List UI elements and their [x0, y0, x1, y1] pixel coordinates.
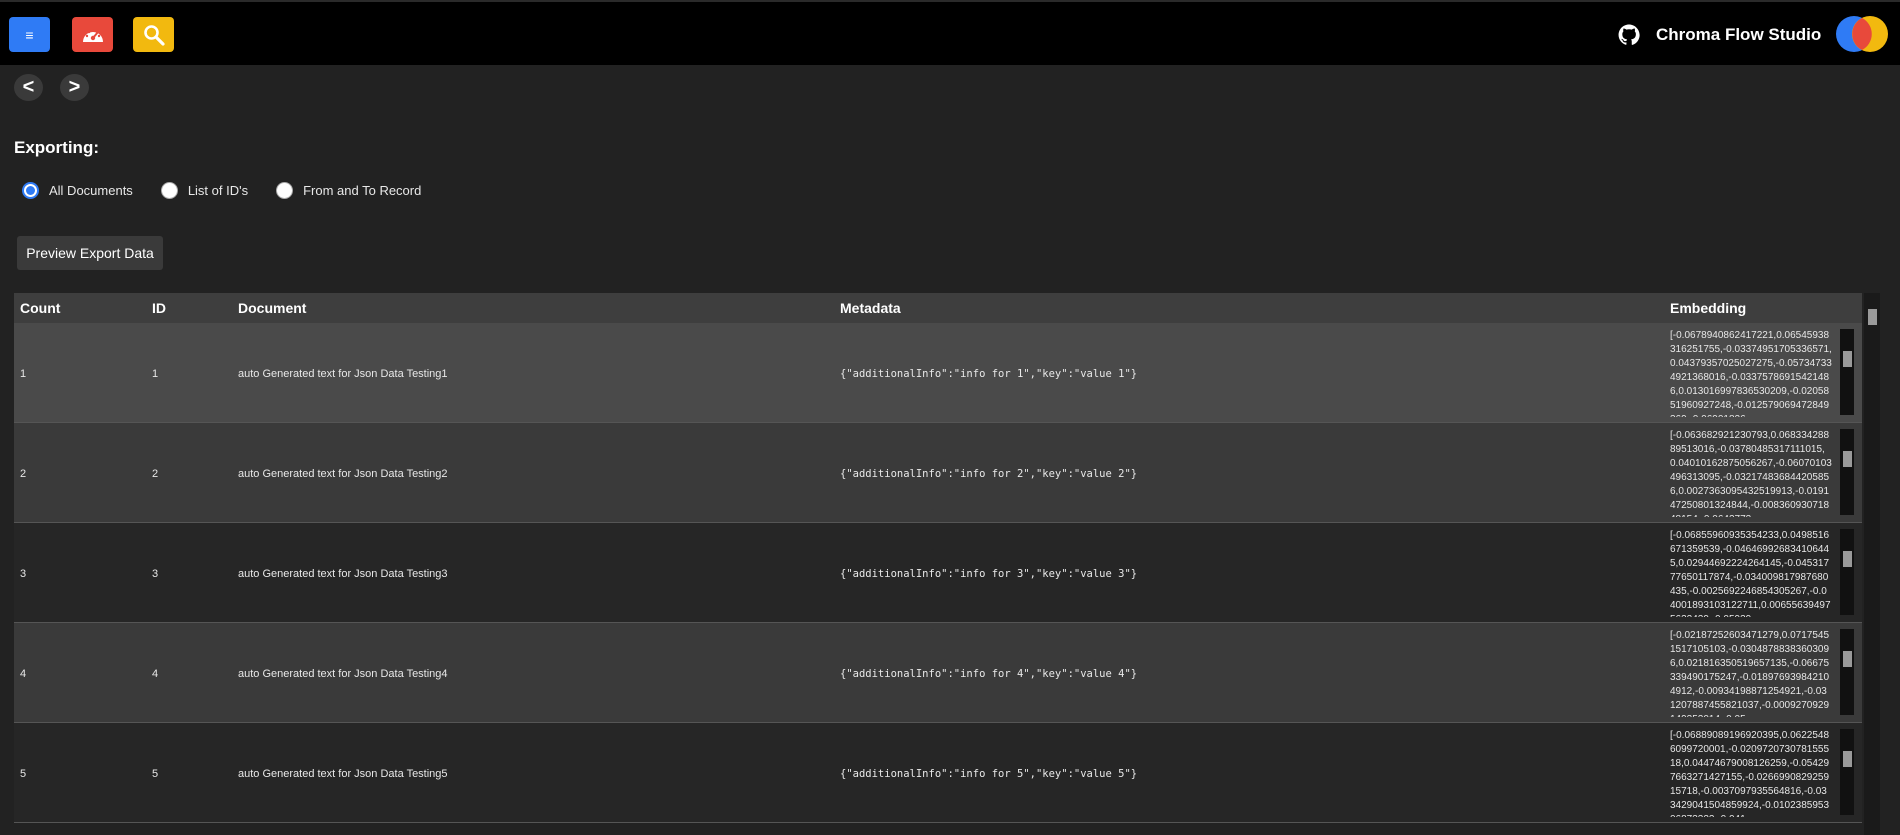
cell-count: 4	[20, 668, 27, 680]
column-header-embedding: Embedding	[1670, 300, 1747, 316]
cell-metadata: {"additionalInfo":"info for 4","key":"va…	[840, 668, 1138, 680]
export-preview-table: Count ID Document Metadata Embedding 1 1…	[14, 293, 1862, 833]
embedding-scrollbar[interactable]	[1840, 329, 1854, 415]
cell-metadata: {"additionalInfo":"info for 5","key":"va…	[840, 768, 1138, 780]
cell-embedding: [-0.06855960935354233,0.0498516671359539…	[1670, 530, 1831, 617]
cell-document: auto Generated text for Json Data Testin…	[238, 668, 448, 680]
scrollbar-thumb[interactable]	[1868, 309, 1877, 325]
cell-document: auto Generated text for Json Data Testin…	[238, 468, 448, 480]
embedding-scrollbar[interactable]	[1840, 729, 1854, 815]
app-title: Chroma Flow Studio	[1656, 25, 1822, 44]
cell-metadata: {"additionalInfo":"info for 1","key":"va…	[840, 368, 1138, 380]
logo	[1836, 16, 1888, 52]
exporting-label: Exporting:	[14, 138, 99, 157]
column-header-metadata: Metadata	[840, 300, 901, 316]
cell-count: 5	[20, 768, 27, 780]
cell-document: auto Generated text for Json Data Testin…	[238, 568, 448, 580]
table-row: 1 1 auto Generated text for Json Data Te…	[14, 323, 1862, 423]
back-button[interactable]: <	[14, 74, 43, 101]
preview-export-data-button[interactable]: Preview Export Data	[17, 236, 163, 270]
cell-document: auto Generated text for Json Data Testin…	[238, 768, 448, 780]
table-scrollbar[interactable]	[1864, 293, 1880, 835]
cell-embedding: [-0.0678940862417221,0.06545938316251755…	[1670, 330, 1832, 417]
scrollbar-thumb[interactable]	[1843, 351, 1852, 367]
cell-embedding: [-0.02187252603471279,0.0717545151710510…	[1670, 630, 1830, 717]
column-header-id: ID	[152, 300, 166, 316]
column-header-count: Count	[20, 300, 61, 316]
menu-icon: ≡	[25, 26, 34, 43]
row-divider	[14, 822, 1862, 823]
radio-list-of-ids[interactable]: List of ID's	[160, 182, 249, 199]
cell-embedding: [-0.063682921230793,0.06833428889513016,…	[1670, 430, 1832, 517]
embedding-scrollbar[interactable]	[1840, 429, 1854, 515]
scrollbar-thumb[interactable]	[1843, 551, 1852, 567]
radio-label: All Documents	[49, 183, 133, 198]
cell-id: 5	[152, 768, 159, 780]
export-mode-radio-group: All Documents List of ID's From and To R…	[22, 182, 449, 199]
cell-count: 3	[20, 568, 27, 580]
table-header: Count ID Document Metadata Embedding	[14, 293, 1862, 323]
embedding-scrollbar[interactable]	[1840, 529, 1854, 615]
search-button[interactable]	[133, 17, 174, 52]
radio-button[interactable]	[160, 182, 178, 199]
column-header-document: Document	[238, 300, 307, 316]
radio-label: List of ID's	[187, 183, 249, 198]
top-bar: ≡ Chroma Flow Studio	[0, 0, 1900, 65]
scrollbar-thumb[interactable]	[1843, 451, 1852, 467]
cell-id: 2	[152, 468, 159, 480]
dashboard-icon	[82, 28, 103, 42]
radio-button[interactable]	[22, 182, 39, 199]
cell-id: 4	[152, 668, 159, 680]
cell-id: 3	[152, 568, 159, 580]
table-row: 4 4 auto Generated text for Json Data Te…	[14, 623, 1862, 723]
table-row: 5 5 auto Generated text for Json Data Te…	[14, 723, 1862, 823]
menu-button[interactable]: ≡	[9, 17, 50, 52]
forward-button[interactable]: >	[60, 74, 89, 101]
table-row: 3 3 auto Generated text for Json Data Te…	[14, 523, 1862, 623]
dashboard-button[interactable]	[72, 17, 113, 52]
cell-id: 1	[152, 368, 159, 380]
cell-document: auto Generated text for Json Data Testin…	[238, 368, 448, 380]
cell-count: 2	[20, 468, 27, 480]
radio-label: From and To Record	[303, 183, 422, 198]
cell-embedding: [-0.06889089196920395,0.0622548609972000…	[1670, 730, 1830, 817]
github-icon[interactable]	[1618, 24, 1640, 46]
embedding-scrollbar[interactable]	[1840, 629, 1854, 715]
search-icon	[143, 24, 165, 46]
cell-metadata: {"additionalInfo":"info for 3","key":"va…	[840, 568, 1138, 580]
scrollbar-thumb[interactable]	[1843, 751, 1852, 767]
cell-metadata: {"additionalInfo":"info for 2","key":"va…	[840, 468, 1138, 480]
scrollbar-thumb[interactable]	[1843, 651, 1852, 667]
radio-all-documents[interactable]: All Documents	[22, 182, 133, 199]
radio-from-to-record[interactable]: From and To Record	[276, 182, 421, 199]
table-row: 2 2 auto Generated text for Json Data Te…	[14, 423, 1862, 523]
radio-button[interactable]	[276, 182, 294, 199]
cell-count: 1	[20, 368, 27, 380]
